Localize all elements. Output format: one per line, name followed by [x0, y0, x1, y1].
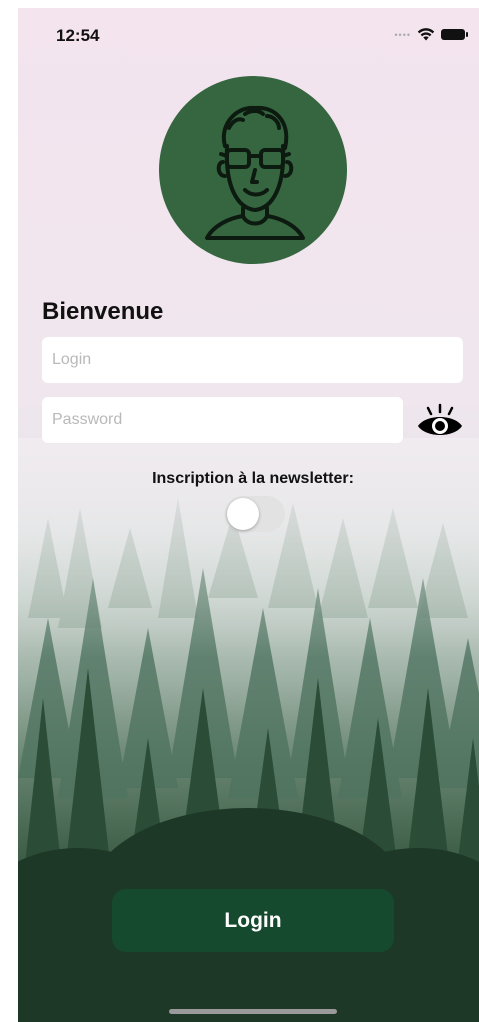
- home-indicator[interactable]: [169, 1009, 337, 1014]
- eye-icon: [418, 403, 462, 435]
- login-screen: 12:54 •••• Bienvenue Login Inscription à…: [18, 8, 479, 1022]
- status-time: 12:54: [56, 26, 100, 45]
- battery-icon: [441, 29, 468, 40]
- toggle-knob: [227, 498, 259, 530]
- show-password-button[interactable]: [416, 402, 464, 442]
- avatar: [159, 76, 347, 264]
- login-button[interactable]: Login: [112, 889, 394, 952]
- signal-dots-icon: ••••: [394, 29, 411, 40]
- newsletter-label: Inscription à la newsletter:: [152, 470, 354, 487]
- page-title: Bienvenue: [42, 298, 164, 325]
- newsletter-toggle[interactable]: [225, 496, 285, 532]
- status-icons: ••••: [394, 28, 468, 41]
- wifi-icon: [417, 28, 435, 41]
- login-input[interactable]: [42, 337, 463, 383]
- password-input[interactable]: [42, 397, 403, 443]
- person-with-glasses-icon: [205, 105, 305, 240]
